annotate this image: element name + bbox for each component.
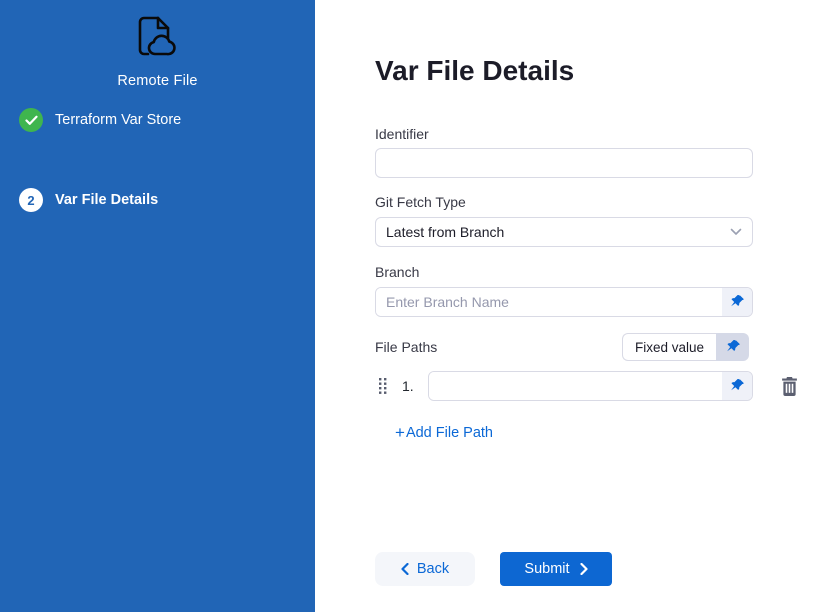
step-complete-check-icon xyxy=(19,108,43,132)
git-fetch-type-value: Latest from Branch xyxy=(386,224,504,240)
drag-handle[interactable] xyxy=(378,377,388,395)
submit-button[interactable]: Submit xyxy=(500,552,612,586)
branch-field xyxy=(375,287,753,317)
fixed-value-dropdown[interactable]: Fixed value xyxy=(622,333,716,361)
sidebar-step-label: Var File Details xyxy=(55,192,158,208)
back-button[interactable]: Back xyxy=(375,552,475,586)
var-file-details-dialog: Remote File Terraform Var Store 2 Var Fi… xyxy=(0,0,836,612)
file-path-pin-button[interactable] xyxy=(722,372,752,400)
git-fetch-type-select[interactable]: Latest from Branch xyxy=(375,217,753,247)
branch-input[interactable] xyxy=(376,288,722,316)
pin-icon xyxy=(730,379,744,393)
pin-icon xyxy=(730,295,744,309)
page-title: Var File Details xyxy=(375,55,574,87)
sidebar-step-terraform-var-store[interactable]: Terraform Var Store xyxy=(19,108,181,132)
sidebar-step-var-file-details[interactable]: 2 Var File Details xyxy=(19,188,158,212)
plus-icon: + xyxy=(395,424,405,441)
back-button-label: Back xyxy=(417,561,449,577)
identifier-input[interactable] xyxy=(375,148,753,178)
sidebar-step-label: Terraform Var Store xyxy=(55,112,181,128)
file-paths-type-selector: Fixed value xyxy=(622,333,749,361)
file-path-row: 1. xyxy=(375,371,836,401)
file-paths-pin-button[interactable] xyxy=(716,333,749,361)
identifier-label: Identifier xyxy=(375,126,429,142)
branch-label: Branch xyxy=(375,264,419,280)
submit-button-label: Submit xyxy=(524,561,569,577)
git-fetch-type-label: Git Fetch Type xyxy=(375,194,466,210)
trash-icon xyxy=(781,377,798,396)
remote-file-label: Remote File xyxy=(0,73,315,89)
file-path-row-index: 1. xyxy=(402,378,418,394)
branch-pin-button[interactable] xyxy=(722,288,752,316)
form-panel: Var File Details Identifier Git Fetch Ty… xyxy=(315,0,836,612)
chevron-right-icon xyxy=(580,563,588,575)
delete-file-path-button[interactable] xyxy=(781,377,798,396)
wizard-sidebar: Remote File Terraform Var Store 2 Var Fi… xyxy=(0,0,315,612)
step-number-badge: 2 xyxy=(19,188,43,212)
file-path-input[interactable] xyxy=(429,372,722,400)
pin-icon xyxy=(726,340,740,354)
chevron-down-icon xyxy=(730,228,742,236)
chevron-left-icon xyxy=(401,563,409,575)
add-file-path-label: Add File Path xyxy=(406,425,493,441)
add-file-path-link[interactable]: + Add File Path xyxy=(395,424,493,441)
file-path-field xyxy=(428,371,753,401)
file-paths-label: File Paths xyxy=(375,339,437,355)
remote-file-icon xyxy=(130,12,178,60)
